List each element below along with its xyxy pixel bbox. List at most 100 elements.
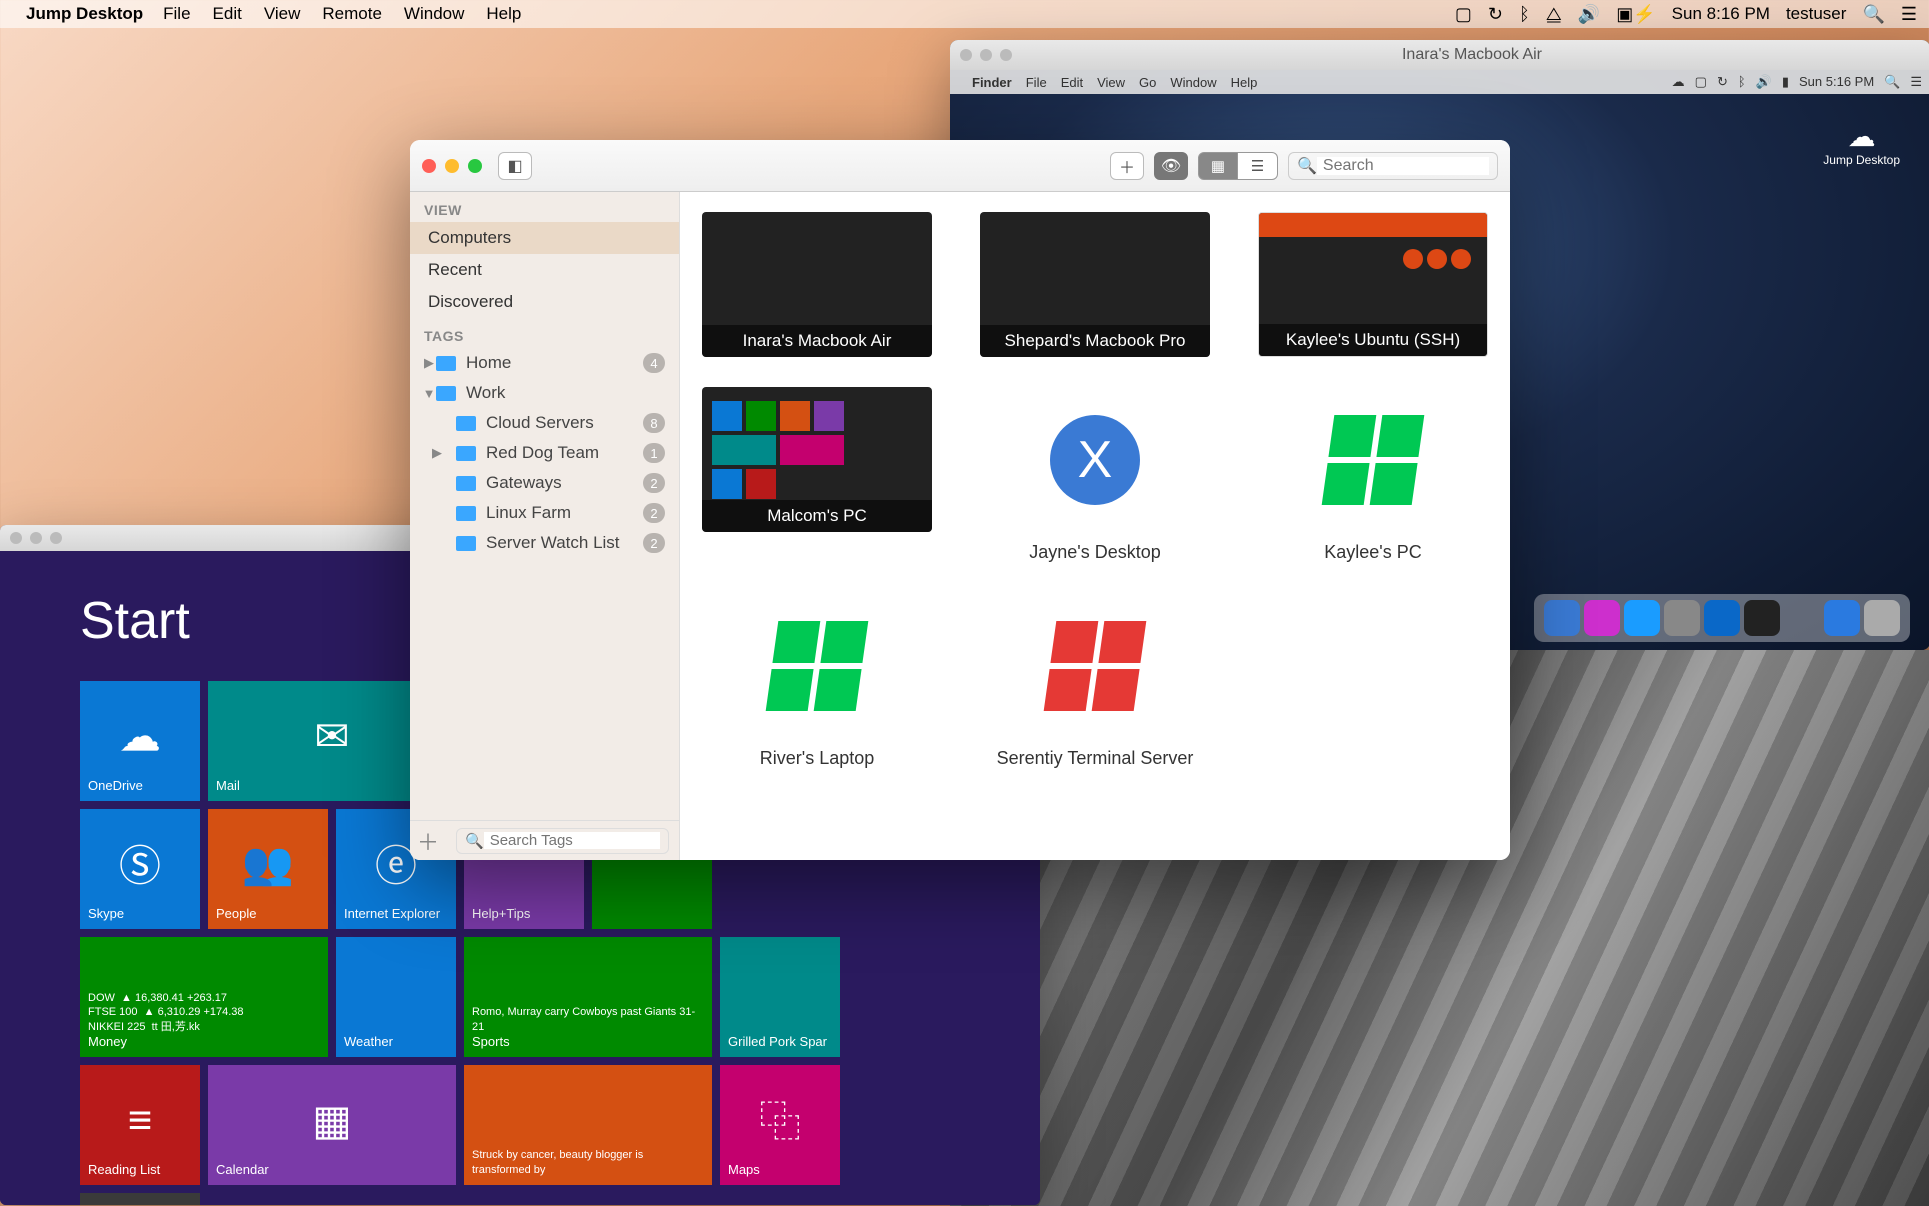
menubar-app-name[interactable]: Jump Desktop — [26, 4, 143, 24]
traffic-lights[interactable] — [10, 532, 62, 544]
tile-weather[interactable]: Weather — [336, 937, 456, 1057]
add-tag-button[interactable]: ＋ — [410, 825, 446, 857]
tile-skype[interactable]: ⓈSkype — [80, 809, 200, 929]
search-field[interactable]: 🔍 — [1288, 152, 1498, 180]
menu-edit[interactable]: Edit — [213, 4, 242, 24]
minimize-button[interactable] — [445, 159, 459, 173]
disclosure-icon[interactable]: ▼ — [422, 386, 436, 401]
computer-item[interactable]: Kaylee's Ubuntu (SSH) — [1254, 212, 1492, 357]
tile-money[interactable]: DOW ▲ 16,380.41 +263.17 FTSE 100 ▲ 6,310… — [80, 937, 328, 1057]
traffic-lights[interactable] — [422, 159, 482, 173]
remote-mac-dock[interactable] — [1534, 594, 1910, 642]
volume-icon[interactable]: 🔊 — [1578, 4, 1600, 25]
computer-item[interactable]: Kaylee's PC — [1254, 387, 1492, 563]
tile-maps[interactable]: ⿻Maps — [720, 1065, 840, 1185]
cloud-icon[interactable]: ☁︎ — [1672, 74, 1685, 90]
computer-item[interactable]: Shepard's Macbook Pro — [976, 212, 1214, 357]
add-button[interactable]: ＋ — [1110, 152, 1144, 180]
quicklook-button[interactable]: 👁 — [1154, 152, 1188, 180]
inner-menu-help[interactable]: Help — [1231, 75, 1258, 90]
sidebar-toggle-button[interactable]: ◧ — [498, 152, 532, 180]
computer-item[interactable]: X Jayne's Desktop — [976, 387, 1214, 563]
tile-whats[interactable]: What Doc Thi — [80, 1193, 200, 1205]
computer-thumbnail[interactable]: Kaylee's Ubuntu (SSH) — [1258, 212, 1488, 357]
tag-home[interactable]: ▶Home4 — [410, 348, 679, 378]
dock-terminal-icon[interactable] — [1744, 600, 1780, 636]
notifications-icon[interactable]: ☰ — [1901, 4, 1917, 25]
menubar-user[interactable]: testuser — [1786, 4, 1846, 24]
spotlight-icon[interactable]: 🔍 — [1862, 4, 1884, 25]
battery-icon[interactable]: ▣⚡ — [1616, 4, 1655, 25]
dock-itunes-icon[interactable] — [1584, 600, 1620, 636]
grid-view-button[interactable]: ▦ — [1198, 152, 1238, 180]
dock-finder-icon[interactable] — [1544, 600, 1580, 636]
tile-people[interactable]: 👥People — [208, 809, 328, 929]
close-button[interactable] — [422, 159, 436, 173]
dock-trash-icon[interactable] — [1864, 600, 1900, 636]
traffic-lights[interactable] — [960, 49, 1012, 61]
inner-menu-file[interactable]: File — [1026, 75, 1047, 90]
airplay-icon[interactable]: ▢ — [1455, 4, 1472, 25]
menu-file[interactable]: File — [163, 4, 190, 24]
dock-app2-icon[interactable] — [1824, 600, 1860, 636]
computer-item[interactable]: Malcom's PC — [698, 387, 936, 563]
timemachine-icon-small[interactable]: ↻ — [1717, 74, 1728, 90]
computer-thumbnail[interactable]: Malcom's PC — [702, 387, 932, 532]
inner-menu-edit[interactable]: Edit — [1061, 75, 1083, 90]
computer-thumbnail[interactable]: X — [980, 387, 1210, 532]
computer-item[interactable]: Serentiy Terminal Server — [976, 593, 1214, 769]
dock-appstore-icon[interactable] — [1624, 600, 1660, 636]
tile-calendar[interactable]: ▦Calendar — [208, 1065, 456, 1185]
timemachine-icon[interactable]: ↻ — [1488, 4, 1503, 25]
list-view-button[interactable]: ☰ — [1238, 152, 1278, 180]
wifi-icon[interactable]: ⧋ — [1546, 4, 1562, 25]
menu-window[interactable]: Window — [404, 4, 464, 24]
bluetooth-icon-small[interactable]: ᛒ — [1738, 74, 1746, 90]
tag-search-field[interactable]: 🔍 — [456, 828, 669, 854]
inner-app-name[interactable]: Finder — [972, 75, 1012, 90]
jump-desktop-window[interactable]: ◧ ＋ 👁 ▦ ☰ 🔍 VIEW Computers Recent Discov… — [410, 140, 1510, 860]
inner-menu-window[interactable]: Window — [1170, 75, 1216, 90]
bluetooth-icon[interactable]: ᛒ — [1519, 4, 1530, 25]
tile-readinglist[interactable]: ≡Reading List — [80, 1065, 200, 1185]
tag-server-watch-list[interactable]: Server Watch List2 — [410, 528, 679, 558]
disclosure-icon[interactable]: ▶ — [430, 445, 444, 461]
computer-item[interactable]: Inara's Macbook Air — [698, 212, 936, 357]
computer-thumbnail[interactable]: Inara's Macbook Air — [702, 212, 932, 357]
computer-thumbnail[interactable] — [1258, 387, 1488, 532]
inner-clock[interactable]: Sun 5:16 PM — [1799, 74, 1874, 90]
computer-thumbnail[interactable]: Shepard's Macbook Pro — [980, 212, 1210, 357]
tile-news[interactable]: Struck by cancer, beauty blogger is tran… — [464, 1065, 712, 1185]
disclosure-icon[interactable]: ▶ — [422, 355, 436, 371]
tag-cloud-servers[interactable]: Cloud Servers8 — [410, 408, 679, 438]
dock-settings-icon[interactable] — [1664, 600, 1700, 636]
inner-menu-view[interactable]: View — [1097, 75, 1125, 90]
tile-sports[interactable]: Romo, Murray carry Cowboys past Giants 3… — [464, 937, 712, 1057]
volume-icon-small[interactable]: 🔊 — [1756, 74, 1772, 90]
tile-onedrive[interactable]: ☁OneDrive — [80, 681, 200, 801]
tag-gateways[interactable]: Gateways2 — [410, 468, 679, 498]
tag-search-input[interactable] — [484, 832, 660, 849]
menu-view[interactable]: View — [264, 4, 301, 24]
battery-icon-small[interactable]: ▮ — [1782, 74, 1789, 90]
tag-work[interactable]: ▼Work — [410, 378, 679, 408]
view-mode-segment[interactable]: ▦ ☰ — [1198, 152, 1278, 180]
remote-mac-titlebar[interactable]: Inara's Macbook Air — [950, 40, 1929, 70]
menu-remote[interactable]: Remote — [322, 4, 382, 24]
inner-menu-go[interactable]: Go — [1139, 75, 1156, 90]
menubar-clock[interactable]: Sun 8:16 PM — [1672, 4, 1770, 24]
computer-item[interactable]: River's Laptop — [698, 593, 936, 769]
menu-help[interactable]: Help — [486, 4, 521, 24]
tile-food[interactable]: Grilled Pork Spar — [720, 937, 840, 1057]
notifications-icon-small[interactable]: ☰ — [1910, 74, 1922, 90]
sidebar-item-discovered[interactable]: Discovered — [410, 286, 679, 318]
dock-app1-icon[interactable] — [1704, 600, 1740, 636]
display-icon-small[interactable]: ▢ — [1695, 74, 1707, 90]
spotlight-icon-small[interactable]: 🔍 — [1884, 74, 1900, 90]
zoom-button[interactable] — [468, 159, 482, 173]
sidebar-item-recent[interactable]: Recent — [410, 254, 679, 286]
tag-red-dog-team[interactable]: ▶Red Dog Team1 — [410, 438, 679, 468]
tag-linux-farm[interactable]: Linux Farm2 — [410, 498, 679, 528]
computer-thumbnail[interactable] — [702, 593, 932, 738]
sidebar-item-computers[interactable]: Computers — [410, 222, 679, 254]
